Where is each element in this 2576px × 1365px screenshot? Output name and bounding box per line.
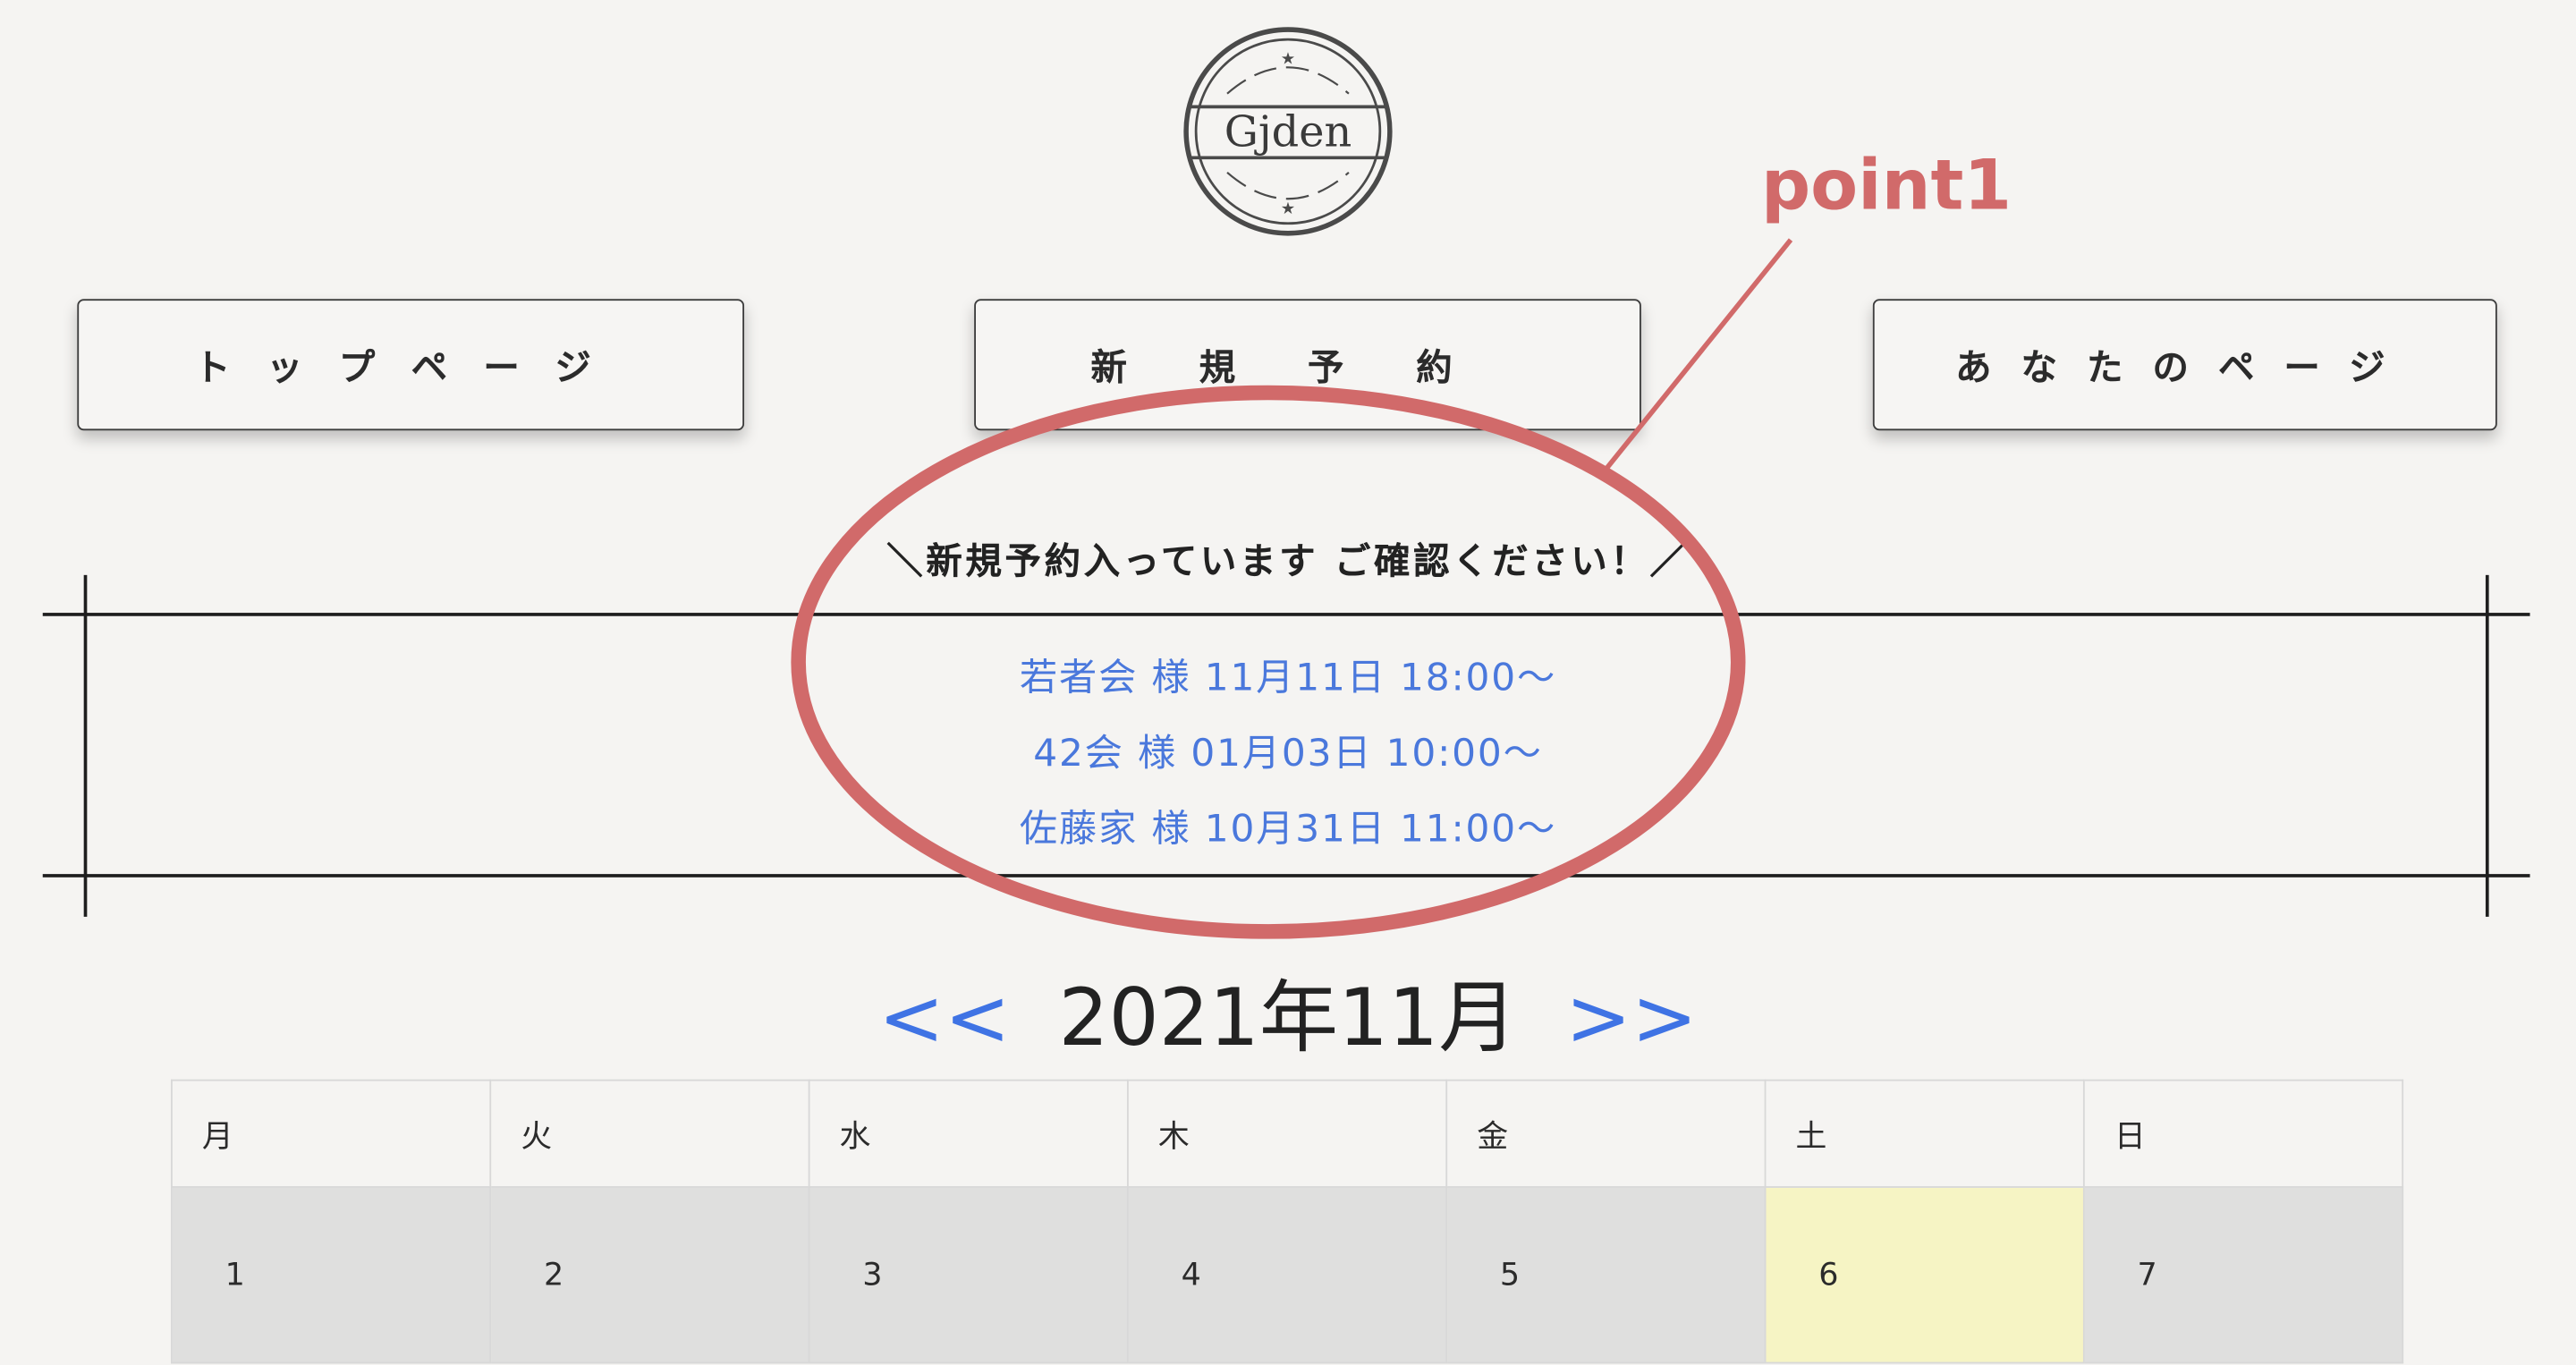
your-page-label: あなたのページ [1955,348,2415,390]
svg-text:★: ★ [1281,199,1295,218]
reservation-link[interactable]: 若者会 様 11月11日 18:00〜 [0,644,2576,719]
calendar-week-row: 1 2 3 4 5 6 7 [171,1186,2404,1364]
gjden-logo[interactable]: ★ ★ Gjden [1182,25,1395,239]
calendar-table: 月 火 水 木 金 土 日 1 2 3 4 5 6 7 [171,1079,2404,1364]
next-month-link[interactable]: >> [1565,972,1698,1064]
notice-heading: ＼新規予約入っています ご確認ください！／ [886,542,1690,584]
top-page-label: トップページ [194,348,628,390]
calendar-day-cell[interactable]: 3 [808,1186,1129,1364]
reservation-link[interactable]: 42会 様 01月03日 10:00〜 [0,719,2576,794]
weekday-header-row: 月 火 水 木 金 土 日 [171,1079,2404,1188]
calendar-day-cell[interactable]: 4 [1126,1186,1448,1364]
weekday-header: 月 [171,1079,492,1188]
new-reservation-button[interactable]: 新規予約 [974,299,1641,431]
month-title: 2021年11月 [1058,972,1518,1065]
calendar-day-cell[interactable]: 7 [2082,1186,2404,1364]
svg-text:★: ★ [1281,50,1295,69]
weekday-header: 土 [1764,1079,2085,1188]
calendar-day-cell[interactable]: 5 [1445,1186,1767,1364]
notice-frame-top [42,613,2530,616]
month-navigation: << 2021年11月 >> [0,966,2576,1072]
weekday-header: 木 [1126,1079,1448,1188]
annotation-label: point1 [1760,144,2012,225]
weekday-header: 日 [2082,1079,2404,1188]
reservation-link[interactable]: 佐藤家 様 10月31日 11:00〜 [0,795,2576,870]
notice-frame-bottom [42,874,2530,878]
calendar-day-cell-today[interactable]: 6 [1764,1186,2085,1364]
new-reservation-label: 新規予約 [1090,348,1525,390]
top-page-button[interactable]: トップページ [77,299,745,431]
prev-month-link[interactable]: << [878,972,1011,1064]
weekday-header: 火 [489,1079,810,1188]
reservation-list: 若者会 様 11月11日 18:00〜 42会 様 01月03日 10:00〜 … [0,644,2576,870]
weekday-header: 金 [1445,1079,1767,1188]
logo-text: Gjden [1224,107,1352,157]
weekday-header: 水 [808,1079,1129,1188]
calendar-day-cell[interactable]: 2 [489,1186,810,1364]
your-page-button[interactable]: あなたのページ [1872,299,2497,431]
calendar-day-cell[interactable]: 1 [171,1186,492,1364]
page: ★ ★ Gjden トップページ 新規予約 あなたのページ ＼新規予約入っていま… [0,0,2576,1365]
